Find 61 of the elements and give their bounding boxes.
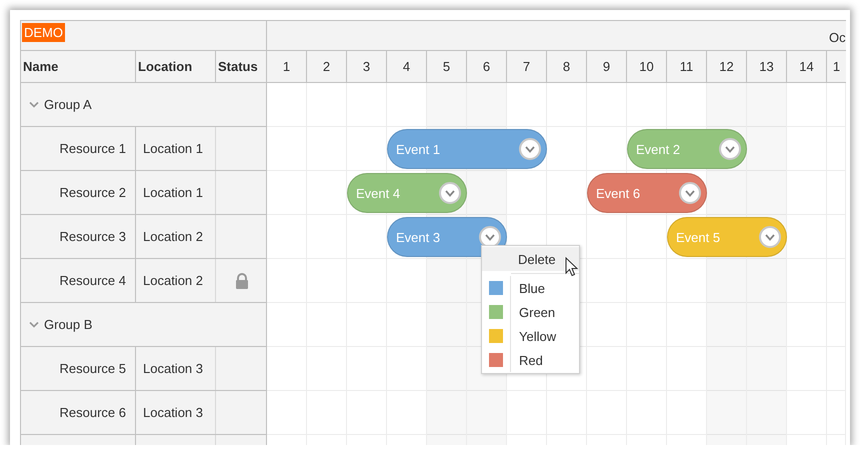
column-header[interactable]: Status bbox=[216, 51, 266, 82]
padlock-icon bbox=[234, 272, 250, 288]
resource-name: Resource 6 bbox=[21, 391, 136, 434]
day-header: 7 bbox=[507, 51, 547, 82]
resource-location: Location 1 bbox=[136, 171, 216, 214]
resource-row[interactable]: Resource 1 Location 1 bbox=[21, 127, 266, 171]
resource-location: Location 1 bbox=[136, 127, 216, 170]
day-header: 3 bbox=[347, 51, 387, 82]
day-header: 12 bbox=[707, 51, 747, 82]
chevron-down-icon bbox=[525, 146, 535, 152]
menu-item[interactable]: Blue bbox=[482, 276, 579, 300]
group-name: Group A bbox=[44, 97, 92, 112]
resource-row[interactable]: Resource 5 Location 3 bbox=[21, 347, 266, 391]
day-header: 8 bbox=[547, 51, 587, 82]
day-header: 13 bbox=[747, 51, 787, 82]
day-header: 4 bbox=[387, 51, 427, 82]
day-header: 14 bbox=[787, 51, 827, 82]
resource-name: Resource 2 bbox=[21, 171, 136, 214]
color-swatch bbox=[489, 281, 503, 295]
chevron-down-icon bbox=[485, 234, 495, 240]
resource-location: Location 2 bbox=[136, 215, 216, 258]
day-header: 2 bbox=[307, 51, 347, 82]
resource-location: Location 3 bbox=[136, 347, 216, 390]
color-swatch bbox=[489, 305, 503, 319]
resource-row[interactable]: Resource 4 Location 2 bbox=[21, 259, 266, 303]
menu-item[interactable]: Delete bbox=[482, 247, 579, 271]
chevron-down-icon bbox=[685, 190, 695, 196]
chevron-down-icon bbox=[445, 190, 455, 196]
resource-name: Resource 1 bbox=[21, 127, 136, 170]
day-header: 1 bbox=[832, 58, 842, 76]
month-label: Oc bbox=[829, 30, 846, 47]
group-name: Group B bbox=[44, 317, 92, 332]
menu-item[interactable]: Green bbox=[482, 300, 579, 324]
dropdown-button[interactable] bbox=[519, 138, 541, 160]
day-header: 11 bbox=[667, 51, 707, 82]
day-header: 5 bbox=[427, 51, 467, 82]
color-swatch bbox=[489, 353, 503, 367]
column-header[interactable]: Location bbox=[136, 51, 216, 82]
dropdown-button[interactable] bbox=[439, 182, 461, 204]
dropdown-button[interactable] bbox=[759, 226, 781, 248]
dropdown-button[interactable] bbox=[719, 138, 741, 160]
demo-badge: DEMO bbox=[22, 23, 65, 42]
day-header: 9 bbox=[587, 51, 627, 82]
resource-name: Resource 4 bbox=[21, 259, 136, 302]
menu-item[interactable]: Red bbox=[482, 348, 579, 372]
resource-row[interactable]: Resource 6 Location 3 bbox=[21, 391, 266, 435]
dropdown-button[interactable] bbox=[679, 182, 701, 204]
chevron-down-icon bbox=[725, 146, 735, 152]
resource-name: Resource 5 bbox=[21, 347, 136, 390]
day-header: 6 bbox=[467, 51, 507, 82]
resource-location: Location 3 bbox=[136, 391, 216, 434]
day-header: 10 bbox=[627, 51, 667, 82]
column-header[interactable]: Name bbox=[21, 51, 136, 82]
resource-location: Location 2 bbox=[136, 259, 216, 302]
chevron-down-icon bbox=[765, 234, 775, 240]
color-swatch bbox=[489, 329, 503, 343]
resource-row[interactable]: Resource 3 Location 2 bbox=[21, 215, 266, 259]
resource-name: Resource 3 bbox=[21, 215, 136, 258]
day-header: 1 bbox=[267, 51, 307, 82]
resource-row[interactable]: Resource 2 Location 1 bbox=[21, 171, 266, 215]
menu-item[interactable]: Yellow bbox=[482, 324, 579, 348]
